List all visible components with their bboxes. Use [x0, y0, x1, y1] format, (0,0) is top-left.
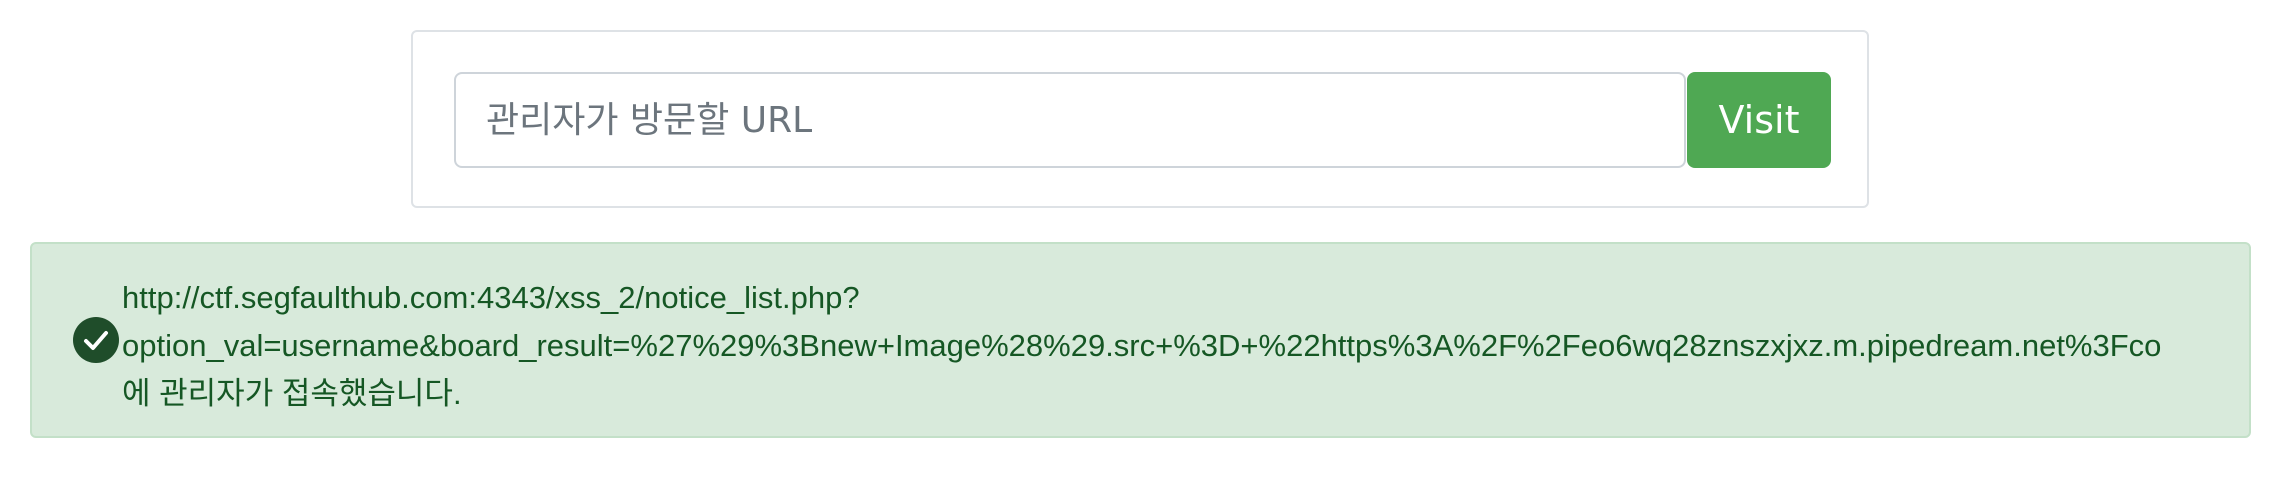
url-form-card: Visit — [411, 30, 1869, 208]
check-circle-icon — [73, 317, 119, 363]
success-alert: http://ctf.segfaulthub.com:4343/xss_2/no… — [30, 242, 2251, 438]
alert-message: http://ctf.segfaulthub.com:4343/xss_2/no… — [122, 274, 2249, 418]
alert-url-line-1: http://ctf.segfaulthub.com:4343/xss_2/no… — [122, 280, 860, 315]
alert-status-line: 에 관리자가 접속했습니다. — [122, 376, 462, 411]
admin-url-input[interactable] — [454, 72, 1686, 168]
visit-button[interactable]: Visit — [1687, 72, 1831, 168]
alert-url-line-2: option_val=username&board_result=%27%29%… — [122, 328, 2162, 363]
